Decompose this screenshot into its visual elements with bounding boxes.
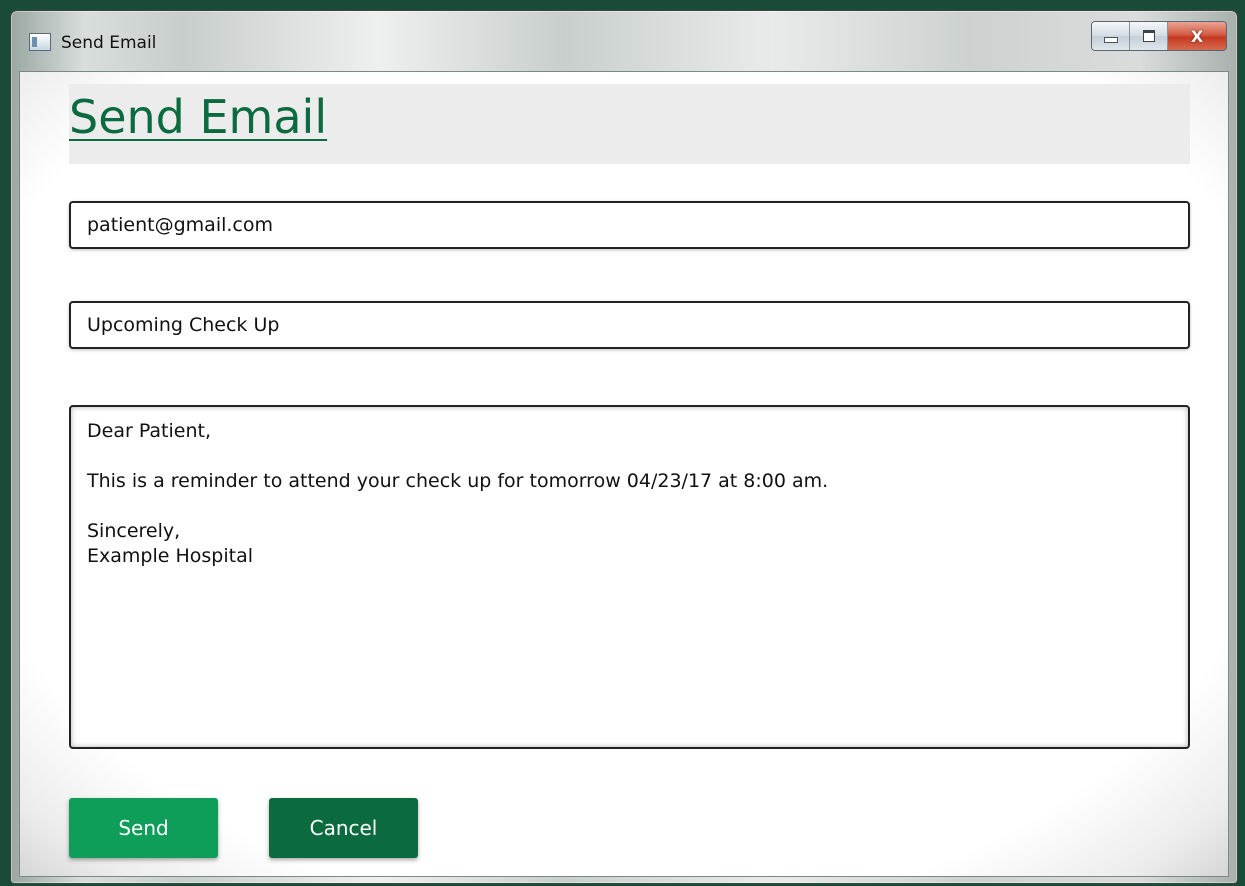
page-title: Send Email: [69, 90, 328, 144]
maximize-icon: [1142, 30, 1155, 42]
window-title: Send Email: [61, 33, 157, 53]
dialog-content: Send Email Dear Patient, This is a remin…: [19, 71, 1229, 877]
subject-field: [69, 301, 1190, 349]
close-button[interactable]: X: [1168, 22, 1226, 50]
maximize-button[interactable]: [1130, 22, 1168, 50]
send-email-window: Send Email X Send Email Dear Patient, Th…: [10, 10, 1238, 884]
minimize-icon: [1103, 37, 1118, 43]
message-body-field: Dear Patient, This is a reminder to atte…: [69, 405, 1190, 749]
title-bar[interactable]: Send Email X: [11, 11, 1237, 71]
close-icon: X: [1190, 26, 1204, 46]
subject-input[interactable]: [71, 303, 1188, 347]
window-app-icon: [29, 33, 51, 51]
message-body-textarea[interactable]: Dear Patient, This is a reminder to atte…: [71, 407, 1188, 747]
minimize-button[interactable]: [1092, 22, 1130, 50]
recipient-field: [69, 201, 1190, 249]
send-button[interactable]: Send: [69, 798, 218, 858]
header-band: Send Email: [69, 84, 1190, 164]
window-caption-buttons: X: [1091, 21, 1227, 51]
recipient-input[interactable]: [71, 203, 1188, 247]
cancel-button[interactable]: Cancel: [269, 798, 418, 858]
